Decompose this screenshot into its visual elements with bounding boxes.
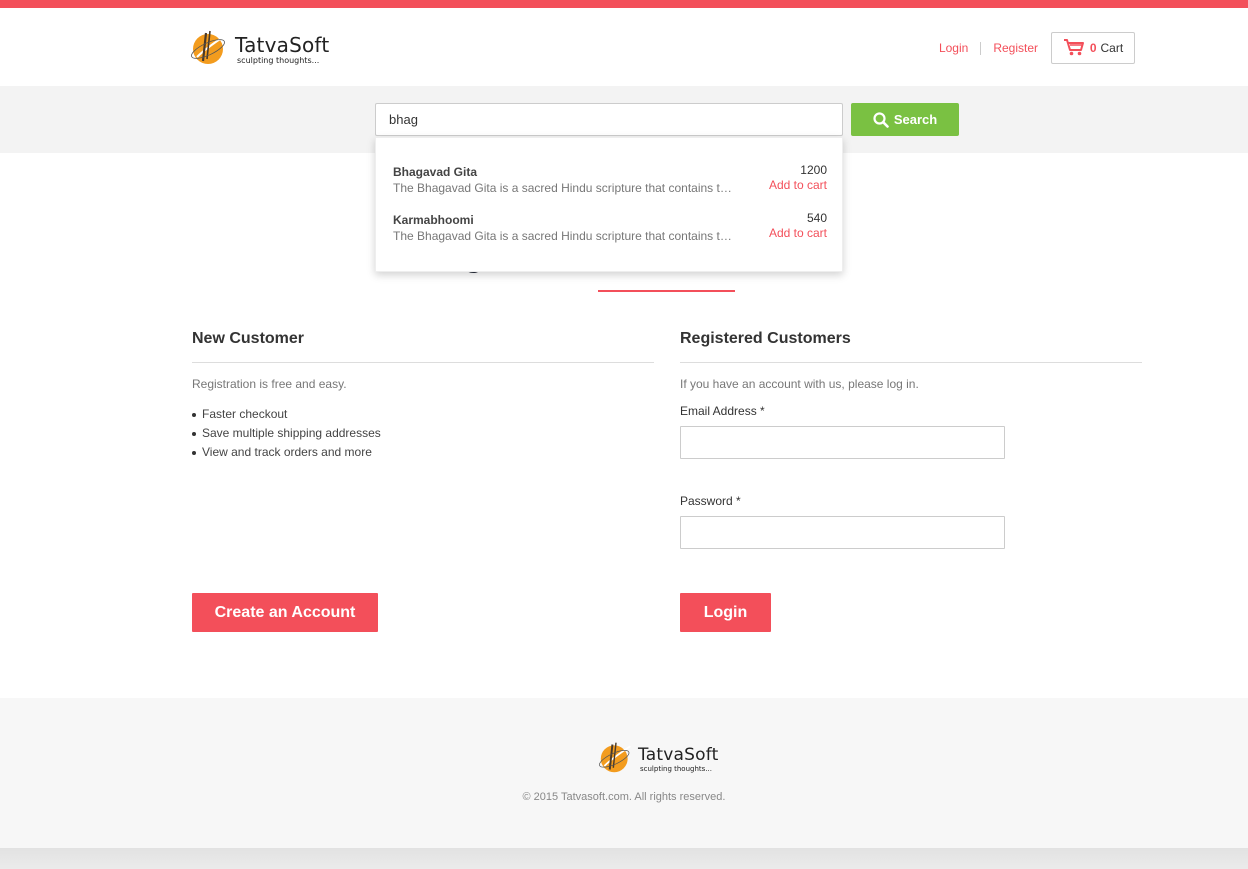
cart-icon	[1063, 38, 1085, 59]
suggestion-title: Bhagavad Gita	[393, 165, 478, 179]
email-field[interactable]	[680, 426, 1005, 459]
search-button[interactable]: Search	[851, 103, 959, 136]
title-underline	[598, 290, 735, 292]
register-link[interactable]: Register	[993, 41, 1038, 55]
brand-name: TatvaSoft	[235, 32, 330, 57]
add-to-cart-link[interactable]: Add to cart	[769, 178, 827, 192]
login-link[interactable]: Login	[939, 41, 968, 55]
section-divider	[680, 362, 1142, 363]
cart-label: Cart	[1100, 41, 1124, 55]
suggestion-description: The Bhagavad Gita is a sacred Hindu scri…	[393, 229, 733, 243]
search-suggestions-dropdown: Bhagavad Gita The Bhagavad Gita is a sac…	[375, 137, 843, 272]
list-item: View and track orders and more	[192, 443, 654, 462]
suggestion-price: 540	[806, 211, 827, 225]
footer-brand-name: TatvaSoft	[638, 744, 719, 765]
tatvasoft-logo-icon	[599, 739, 633, 780]
benefits-list: Faster checkout Save multiple shipping a…	[192, 405, 654, 462]
new-customer-section: New Customer Registration is free and ea…	[192, 328, 654, 462]
new-customer-intro: Registration is free and easy.	[192, 377, 347, 391]
site-header: TatvaSoft sculpting thoughts... Login Re…	[0, 8, 1248, 86]
suggestion-title: Karmabhoomi	[393, 213, 474, 227]
brand-tagline: sculpting thoughts...	[237, 55, 320, 65]
search-input[interactable]	[375, 103, 843, 136]
login-button[interactable]: Login	[680, 593, 771, 632]
new-customer-heading: New Customer	[192, 330, 305, 347]
create-account-button[interactable]: Create an Account	[192, 593, 378, 632]
password-field[interactable]	[680, 516, 1005, 549]
list-item: Save multiple shipping addresses	[192, 424, 654, 443]
registered-customers-heading: Registered Customers	[680, 330, 851, 347]
search-icon	[873, 111, 889, 128]
registered-intro: If you have an account with us, please l…	[680, 377, 919, 391]
search-button-label: Search	[893, 112, 938, 127]
cart-count: 0	[1089, 41, 1097, 55]
page-bottom-edge	[0, 848, 1248, 869]
suggestion-price: 1200	[800, 163, 827, 177]
list-item: Faster checkout	[192, 405, 654, 424]
top-accent-bar	[0, 0, 1248, 8]
suggestion-description: The Bhagavad Gita is a sacred Hindu scri…	[393, 181, 733, 195]
password-label: Password *	[680, 494, 741, 508]
add-to-cart-link[interactable]: Add to cart	[769, 226, 827, 240]
tatvasoft-logo-icon	[191, 27, 229, 72]
copyright-text: © 2015 Tatvasoft.com. All rights reserve…	[522, 791, 726, 803]
cart-button[interactable]: 0 Cart	[1051, 32, 1135, 64]
footer-brand-tagline: sculpting thoughts...	[640, 764, 712, 773]
header-logo[interactable]: TatvaSoft sculpting thoughts...	[191, 27, 329, 72]
site-footer: TatvaSoft sculpting thoughts... © 2015 T…	[0, 698, 1248, 848]
link-divider	[980, 41, 982, 55]
section-divider	[192, 362, 654, 363]
email-label: Email Address *	[680, 404, 765, 418]
footer-logo[interactable]: TatvaSoft sculpting thoughts...	[599, 739, 718, 780]
list-item[interactable]: Bhagavad Gita The Bhagavad Gita is a sac…	[393, 163, 827, 205]
header-account-links: Login Register 0 Cart	[939, 32, 1135, 64]
list-item[interactable]: Karmabhoomi The Bhagavad Gita is a sacre…	[393, 211, 827, 253]
registered-customers-section: Registered Customers If you have an acco…	[680, 328, 1142, 549]
